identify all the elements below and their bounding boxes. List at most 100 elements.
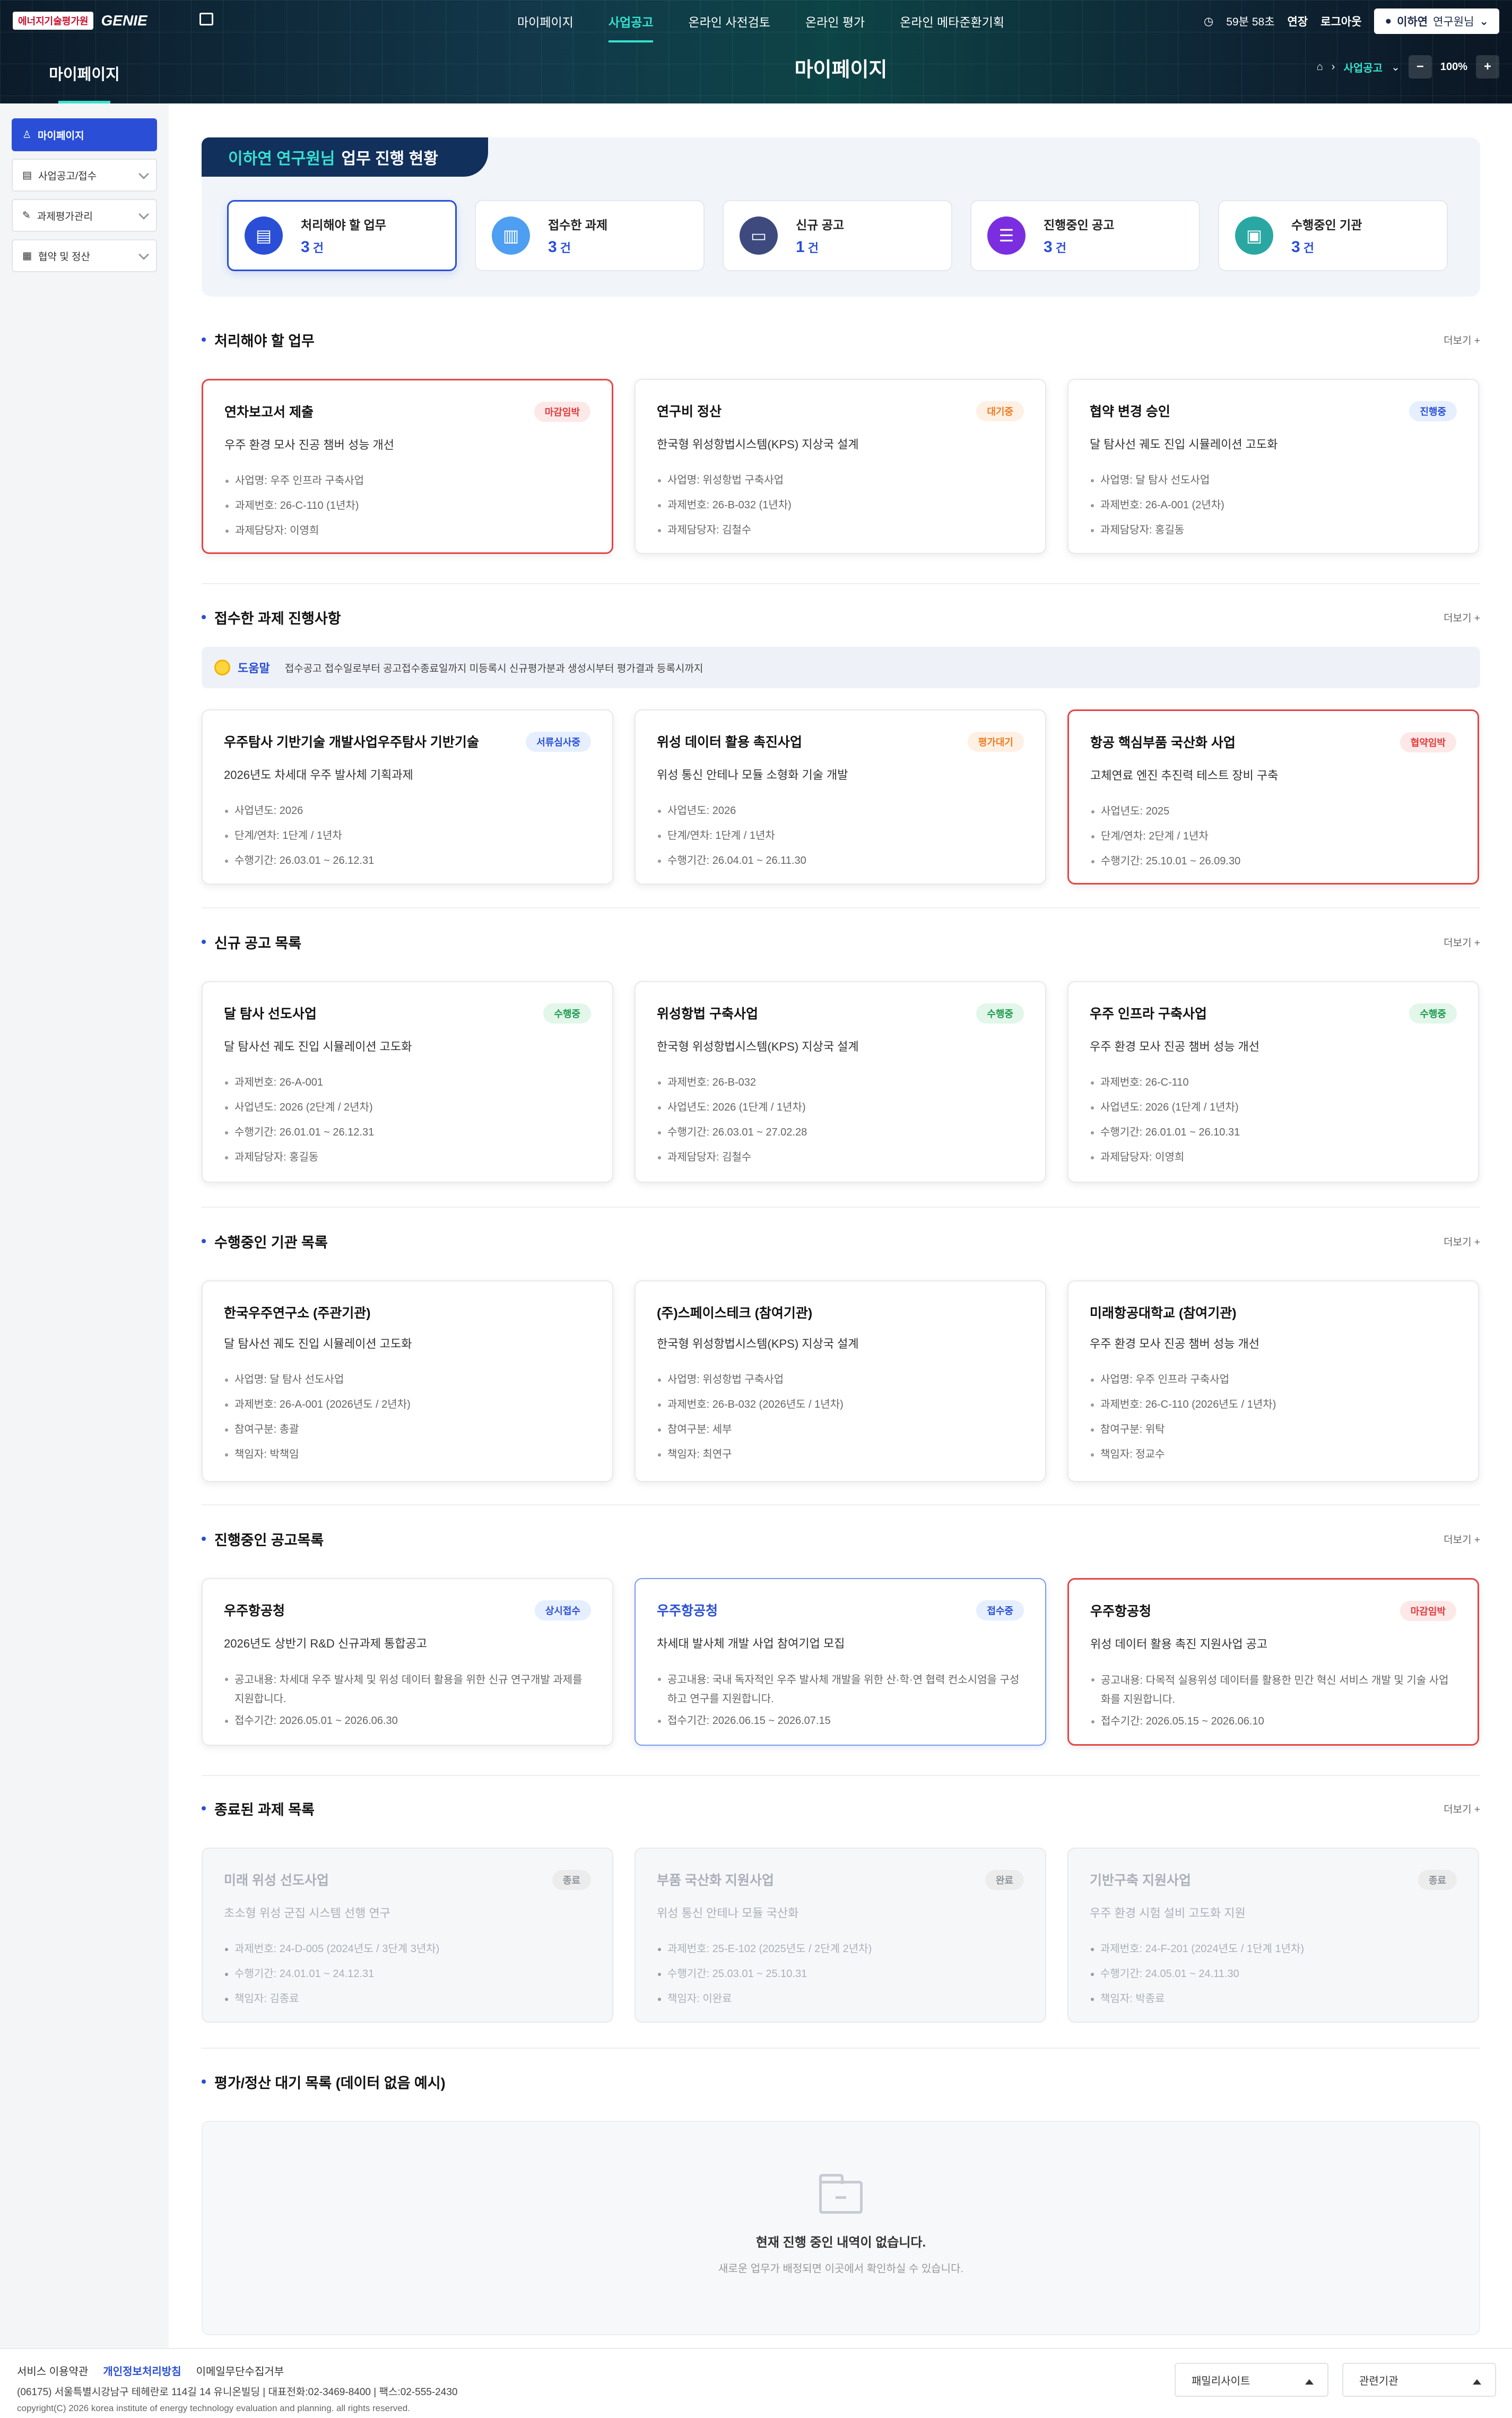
- card-detail: 단계/연차: 1단계 / 1년차: [224, 824, 591, 848]
- help-text: 접수공고 접수일로부터 공고접수종료일까지 미등록시 신규평가분과 생성시부터 …: [284, 663, 703, 674]
- card-detail: 사업년도: 2026: [657, 799, 1024, 824]
- project-card[interactable]: 우주탐사 기반기술 개발사업우주탐사 기반기술 서류심사중 2026년도 차세대 우…: [202, 709, 613, 885]
- user-menu-button[interactable]: ● 이하연 연구원님 ⌄: [1374, 8, 1499, 34]
- card-detail: 책임자: 박종료: [1090, 1987, 1457, 2012]
- gnb-prereview[interactable]: 온라인 사전검토: [688, 0, 770, 42]
- finished-card[interactable]: 기반구축 지원사업 종료 우주 환경 시험 설비 고도화 지원 과제번호: 24-F-…: [1067, 1848, 1479, 2023]
- breadcrumb-current[interactable]: 사업공고: [1343, 59, 1383, 75]
- status-badge: 서류심사중: [526, 732, 591, 752]
- card-subtitle: 2026년도 상반기 R&D 신규과제 통합공고: [224, 1637, 427, 1650]
- footer-email-link[interactable]: 이메일무단수집거부: [196, 2363, 284, 2378]
- ongoing-notice-card[interactable]: 우주항공청 마감임박 위성 데이터 활용 촉진 지원사업 공고 공고내용: 다목적 실…: [1067, 1578, 1479, 1746]
- card-detail: 수행기간: 26.01.01 ~ 26.12.31: [224, 1120, 591, 1145]
- user-name: 이하연: [1397, 16, 1428, 28]
- footer-terms-link[interactable]: 서비스 이용약관: [17, 2363, 88, 2378]
- sidebar-item-notice[interactable]: ▤ 사업공고/접수: [12, 159, 157, 192]
- divider: [202, 2048, 1480, 2049]
- task-card[interactable]: 연구비 정산 대기중 한국형 위성항법시스템(KPS) 지상국 설계 사업명: 위성항…: [635, 379, 1046, 554]
- related-org-select[interactable]: 관련기관: [1342, 2363, 1496, 2397]
- ongoing-notice-card[interactable]: 우주항공청 접수중 차세대 발사체 개발 사업 참여기업 모집 공고내용: 국내 독자…: [635, 1578, 1046, 1746]
- menu-icon[interactable]: [199, 13, 213, 25]
- summary-card-label: 수행중인 기관: [1291, 218, 1362, 232]
- status-badge: 종료: [552, 1870, 591, 1890]
- project-card[interactable]: 항공 핵심부품 국산화 사업 협약임박 고체연료 엔진 추진력 테스트 장비 구축 사…: [1067, 709, 1479, 885]
- zoom-out-button[interactable]: −: [1408, 55, 1432, 79]
- chevron-down-icon: [138, 169, 149, 179]
- gnb-evaluation[interactable]: 온라인 평가: [805, 0, 865, 42]
- announcement-icon: ▭: [740, 216, 778, 255]
- section-pending: 평가/정산 대기 목록 (데이터 없음 예시) 현재 진행 중인 내역이 없습니…: [202, 2071, 1480, 2335]
- summary-card-new[interactable]: ▭ 신규 공고 1 건: [723, 200, 952, 271]
- summary-card-received[interactable]: ▥ 접수한 과제 3 건: [475, 200, 705, 271]
- more-link[interactable]: 더보기 +: [1444, 1532, 1480, 1546]
- more-link[interactable]: 더보기 +: [1444, 1234, 1480, 1249]
- more-link[interactable]: 더보기 +: [1444, 333, 1480, 347]
- card-detail: 과제담당자: 김철수: [657, 518, 1024, 543]
- notice-card[interactable]: 우주 인프라 구축사업 수행중 우주 환경 모사 진공 챔버 성능 개선 과제번호: …: [1067, 981, 1479, 1183]
- card-subtitle: 위성 통신 안테나 모듈 국산화: [657, 1906, 799, 1920]
- summary-card-orgs[interactable]: ▣ 수행중인 기관 3 건: [1218, 200, 1448, 271]
- sidebar-item-mypage[interactable]: ♙ 마이페이지: [12, 118, 157, 151]
- more-link[interactable]: 더보기 +: [1444, 935, 1480, 949]
- home-icon[interactable]: ⌂: [1317, 61, 1323, 73]
- status-badge: 진행중: [1409, 401, 1457, 421]
- family-site-label: 패밀리사이트: [1192, 2375, 1250, 2387]
- task-card[interactable]: 협약 변경 승인 진행중 달 탐사선 궤도 진입 시뮬레이션 고도화 사업명: 달 탐…: [1067, 379, 1479, 554]
- logout-button[interactable]: 로그아웃: [1320, 13, 1361, 29]
- card-detail: 접수기간: 2026.05.01 ~ 2026.06.30: [224, 1709, 591, 1734]
- status-badge: 대기중: [976, 401, 1024, 421]
- gnb-notice[interactable]: 사업공고: [608, 0, 653, 42]
- briefcase-icon: ▣: [1235, 216, 1273, 255]
- card-detail: 과제번호: 26-A-001 (2년차): [1090, 493, 1457, 518]
- finished-card[interactable]: 부품 국산화 지원사업 완료 위성 통신 안테나 모듈 국산화 과제번호: 25-E-…: [635, 1848, 1046, 2023]
- gnb-mypage[interactable]: 마이페이지: [517, 0, 573, 42]
- summary-card-ongoing[interactable]: ☰ 진행중인 공고 3 건: [970, 200, 1200, 271]
- card-detail: 과제번호: 24-F-201 (2024년도 / 1단계 1년차): [1090, 1937, 1457, 1962]
- user-icon: ♙: [22, 129, 32, 141]
- header-hero: 에너지기술평가원 GENIE 마이페이지 사업공고 온라인 사전검토 온라인 평…: [0, 0, 1512, 103]
- user-role: 연구원님: [1433, 16, 1474, 28]
- org-card[interactable]: 미래항공대학교 (참여기관) 우주 환경 모사 진공 챔버 성능 개선 사업명: 우…: [1067, 1280, 1479, 1482]
- more-link[interactable]: 더보기 +: [1444, 610, 1480, 625]
- main-content: 이하연 연구원님 업무 진행 현황 ▤ 처리해야 할 업무 3 건 ▥ 접수한 과제 3 건 …: [169, 103, 1512, 2348]
- card-detail: 사업년도: 2026 (2단계 / 2년차): [224, 1095, 591, 1120]
- card-subtitle: 한국형 위성항법시스템(KPS) 지상국 설계: [657, 1040, 859, 1053]
- card-detail: 책임자: 이완료: [657, 1987, 1024, 2012]
- clock-icon: ◷: [1204, 15, 1214, 28]
- logo[interactable]: 에너지기술평가원 GENIE: [13, 12, 147, 30]
- card-detail: 수행기간: 25.03.01 ~ 25.10.31: [657, 1962, 1024, 1987]
- divider: [202, 907, 1480, 908]
- org-card[interactable]: 한국우주연구소 (주관기관) 달 탐사선 궤도 진입 시뮬레이션 고도화 사업명: …: [202, 1280, 613, 1482]
- org-card[interactable]: (주)스페이스테크 (참여기관) 한국형 위성항법시스템(KPS) 지상국 설계 사…: [635, 1280, 1046, 1482]
- card-detail: 접수기간: 2026.05.15 ~ 2026.06.10: [1090, 1709, 1456, 1734]
- family-site-select[interactable]: 패밀리사이트: [1175, 2363, 1328, 2397]
- ketep-logo: 에너지기술평가원: [13, 12, 94, 30]
- card-detail: 수행기간: 24.05.01 ~ 24.11.30: [1090, 1962, 1457, 1987]
- ongoing-notice-card[interactable]: 우주항공청 상시접수 2026년도 상반기 R&D 신규과제 통합공고 공고내용: 차…: [202, 1578, 613, 1746]
- task-card[interactable]: 연차보고서 제출 마감임박 우주 환경 모사 진공 챔버 성능 개선 사업명: 우주 …: [202, 379, 613, 554]
- page-title: 마이페이지: [794, 59, 888, 81]
- gnb-planning[interactable]: 온라인 메타준환기획: [900, 0, 1004, 42]
- summary-heading: 업무 진행 현황: [341, 150, 438, 168]
- card-detail: 과제번호: 26-A-001 (2026년도 / 2년차): [224, 1392, 591, 1417]
- zoom-in-button[interactable]: +: [1476, 55, 1499, 79]
- lnb-title: 마이페이지: [0, 42, 169, 103]
- section-title: 평가/정산 대기 목록 (데이터 없음 예시): [202, 2072, 446, 2092]
- empty-description: 새로운 업무가 배정되면 이곳에서 확인하실 수 있습니다.: [718, 2263, 964, 2275]
- more-link[interactable]: 더보기 +: [1444, 1801, 1480, 1816]
- summary-card-todo[interactable]: ▤ 처리해야 할 업무 3 건: [227, 200, 457, 271]
- card-title: 협약 변경 승인: [1090, 404, 1170, 419]
- card-title: 우주 인프라 구축사업: [1090, 1007, 1207, 1021]
- sidebar-item-evaluation[interactable]: ✎ 과제평가관리: [12, 199, 157, 232]
- notice-card[interactable]: 달 탐사 선도사업 수행중 달 탐사선 궤도 진입 시뮬레이션 고도화 과제번호: 2…: [202, 981, 613, 1183]
- finished-card[interactable]: 미래 위성 선도사업 종료 초소형 위성 군집 시스템 선행 연구 과제번호: 24-…: [202, 1848, 613, 2023]
- card-subtitle: 위성 통신 안테나 모듈 소형화 기술 개발: [657, 768, 848, 782]
- summary-card-count: 3: [301, 238, 310, 256]
- notice-card[interactable]: 위성항법 구축사업 수행중 한국형 위성항법시스템(KPS) 지상국 설계 과제번호:…: [635, 981, 1046, 1183]
- card-detail: 공고내용: 국내 독자적인 우주 발사체 개발을 위한 산·학·연 협력 컨소시…: [657, 1667, 1024, 1709]
- sidebar-item-agreement[interactable]: ▦ 협약 및 정산: [12, 239, 157, 272]
- project-card[interactable]: 위성 데이터 활용 촉진사업 평가대기 위성 통신 안테나 모듈 소형화 기술 개발…: [635, 709, 1046, 885]
- footer-privacy-link[interactable]: 개인정보처리방침: [103, 2363, 181, 2378]
- extend-button[interactable]: 연장: [1288, 13, 1308, 29]
- session-timer: 59분 58초: [1226, 16, 1275, 28]
